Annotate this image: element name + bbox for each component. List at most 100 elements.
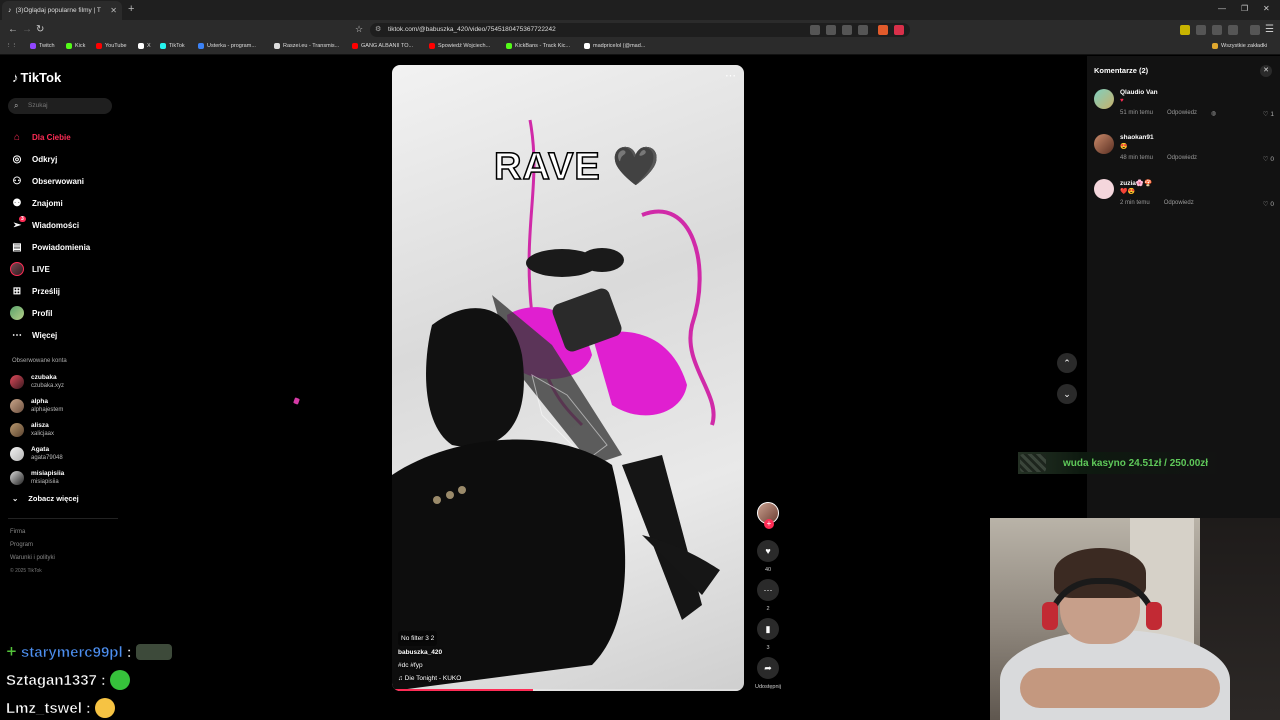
site-info-icon[interactable]: ⚙ [375, 23, 381, 37]
footer-link[interactable]: Warunki i polityki [10, 552, 55, 565]
save-button[interactable]: ▮ 3 [756, 618, 780, 651]
search-input[interactable]: ⌕ Szukaj [8, 98, 112, 114]
bookmark-item[interactable]: KickBans - Track Kic... [506, 43, 570, 49]
back-icon[interactable]: ← [8, 24, 18, 35]
extensions-puzzle-icon[interactable] [1212, 25, 1222, 35]
followed-account[interactable]: czubaka czubaka.xyz [10, 370, 64, 394]
share-label: Udostępnij [755, 684, 781, 690]
avatar[interactable] [1094, 89, 1114, 109]
previous-video-button[interactable]: ⌃ [1057, 353, 1077, 373]
reload-icon[interactable]: ↻ [36, 24, 44, 35]
like-button[interactable]: ♥ 40 [756, 540, 780, 573]
bookmark-item[interactable]: TikTok [160, 43, 185, 49]
nav-live[interactable]: LIVE [10, 258, 90, 280]
bookmark-item[interactable]: madpricelol (@mad... [584, 43, 645, 49]
followed-account[interactable]: alpha alphajestem [10, 394, 64, 418]
extension-icon[interactable] [826, 25, 836, 35]
apps-icon[interactable]: ⋮⋮ [6, 43, 17, 49]
see-more-button[interactable]: ⌄ Zobacz więcej [12, 494, 79, 503]
forward-icon[interactable]: → [22, 24, 32, 35]
extension-icon[interactable] [810, 25, 820, 35]
bookmark-item[interactable]: Spowiedź Wojciech... [429, 43, 490, 49]
bookmark-icon: ▮ [757, 618, 779, 640]
chevron-down-icon: ⌄ [1063, 388, 1071, 399]
tiktok-logo[interactable]: ♪ TikTok [12, 70, 61, 85]
window-close-icon[interactable]: ✕ [1263, 4, 1270, 13]
followed-account[interactable]: misiapisiia misiapisiia [10, 466, 64, 490]
nav-messages[interactable]: ➢ 3 Wiadomości [10, 214, 90, 236]
bookmark-item[interactable]: GANG ALBANII TO... [352, 43, 413, 49]
more-options-icon[interactable]: ⋯ [725, 69, 736, 82]
bookmark-item[interactable]: Kick [66, 43, 85, 49]
next-video-button[interactable]: ⌄ [1057, 384, 1077, 404]
nav-profile[interactable]: Profil [10, 302, 90, 324]
comment-button[interactable]: ⋯ 2 [756, 579, 780, 612]
all-bookmarks[interactable]: Wszystkie zakładki [1212, 43, 1267, 49]
bookmark-item[interactable]: X [138, 43, 151, 49]
brave-shield-icon[interactable] [878, 25, 888, 35]
browser-tab[interactable]: ♪ (3)Oglądaj popularne filmy | T ✕ [2, 1, 122, 20]
avatar[interactable] [1094, 134, 1114, 154]
close-comments-icon[interactable]: ✕ [1260, 65, 1272, 77]
footer-link[interactable]: Firma [10, 526, 55, 539]
bookmark-item[interactable]: Raszei.eu - Transmis... [274, 43, 339, 49]
tiktok-sidebar: ♪ TikTok ⌕ Szukaj ⌂ Dla Ciebie ◎ Odkryj ⚇ O… [0, 56, 122, 720]
extension-icon[interactable] [858, 25, 868, 35]
followed-account[interactable]: alisza xalicjaax [10, 418, 64, 442]
nav-for-you[interactable]: ⌂ Dla Ciebie [10, 126, 90, 148]
media-icon[interactable] [1250, 25, 1260, 35]
extension-icon[interactable] [842, 25, 852, 35]
comment-like-button[interactable]: ♡ 0 [1263, 200, 1274, 208]
minimize-icon[interactable]: — [1218, 4, 1226, 13]
filter-label[interactable]: No filter 3 2 [398, 631, 438, 646]
bookmark-icon[interactable]: ☆ [355, 24, 363, 35]
video-progress-bar[interactable] [392, 689, 744, 691]
nav-notifications[interactable]: ▤ Powiadomienia [10, 236, 90, 258]
inbox-icon: ▤ [12, 241, 22, 253]
maximize-icon[interactable]: ❐ [1241, 4, 1248, 13]
comment-user[interactable]: shaokan91 [1120, 134, 1154, 141]
brave-rewards-icon[interactable] [894, 25, 904, 35]
author-avatar-button[interactable]: + [756, 502, 780, 529]
comment-like-button[interactable]: ♡ 0 [1263, 155, 1274, 163]
nav-following[interactable]: ⚇ Obserwowani [10, 170, 90, 192]
tab-close-icon[interactable]: ✕ [110, 6, 117, 15]
video-tags[interactable]: #dc #fyp [398, 659, 461, 672]
comment-user[interactable]: Qlaudio Van [1120, 89, 1158, 96]
url-text: tiktok.com/@babuszka_420/video/754518047… [388, 26, 556, 33]
follow-plus-icon[interactable]: + [764, 519, 774, 529]
followed-account[interactable]: Agata agata79048 [10, 442, 64, 466]
extension-icon[interactable] [1180, 25, 1190, 35]
nav-explore[interactable]: ◎ Odkryj [10, 148, 90, 170]
sidebar-footer: Firma Program Warunki i polityki © 2025 … [10, 526, 55, 578]
nav-upload[interactable]: ⊞ Prześlij [10, 280, 90, 302]
video-player[interactable]: ⋯ RAVE 🖤 No filter 3 2 babuszka_420 #dc … [392, 65, 744, 691]
video-author[interactable]: babuszka_420 [398, 646, 461, 659]
bookmark-item[interactable]: Usterka - program... [198, 43, 256, 49]
bookmark-item[interactable]: YouTube [96, 43, 127, 49]
share-button[interactable]: ➦ Udostępnij [750, 657, 786, 690]
chat-message: Sztagan1337 : [6, 666, 172, 694]
sidebar-toggle-icon[interactable] [1228, 25, 1238, 35]
avatar[interactable] [1094, 179, 1114, 199]
upload-icon: ⊞ [12, 285, 22, 297]
footer-link[interactable]: Program [10, 539, 55, 552]
address-bar-row: ← → ↻ ☆ ⚙ tiktok.com/@babuszka_420/video… [0, 20, 1280, 40]
avatar [10, 423, 24, 437]
reply-button[interactable]: Odpowiedz [1164, 200, 1194, 206]
comment-text: ♥ [1120, 98, 1124, 104]
video-music[interactable]: ♫ Die Tonight - KUKO [398, 672, 461, 685]
new-tab-icon[interactable]: + [128, 3, 134, 15]
donation-goal-bar: wuda kasyno 24.51zł / 250.00zł [1018, 452, 1228, 474]
reply-button[interactable]: Odpowiedz [1167, 155, 1197, 161]
webcam-hands [1020, 668, 1220, 708]
stream-chat-overlay: ✚ starymerc99pl : Sztagan1337 : Lmz_tswe… [6, 638, 172, 720]
nav-more[interactable]: ⋯ Więcej [10, 324, 90, 346]
extension-icon[interactable] [1196, 25, 1206, 35]
comment-like-button[interactable]: ♡ 1 [1263, 110, 1274, 118]
menu-icon[interactable]: ☰ [1265, 24, 1274, 35]
bookmark-item[interactable]: Twitch [30, 43, 55, 49]
reply-button[interactable]: Odpowiedz [1167, 110, 1197, 117]
comment-user[interactable]: zuzia🌸🍄 [1120, 179, 1152, 187]
nav-friends[interactable]: ⚉ Znajomi [10, 192, 90, 214]
